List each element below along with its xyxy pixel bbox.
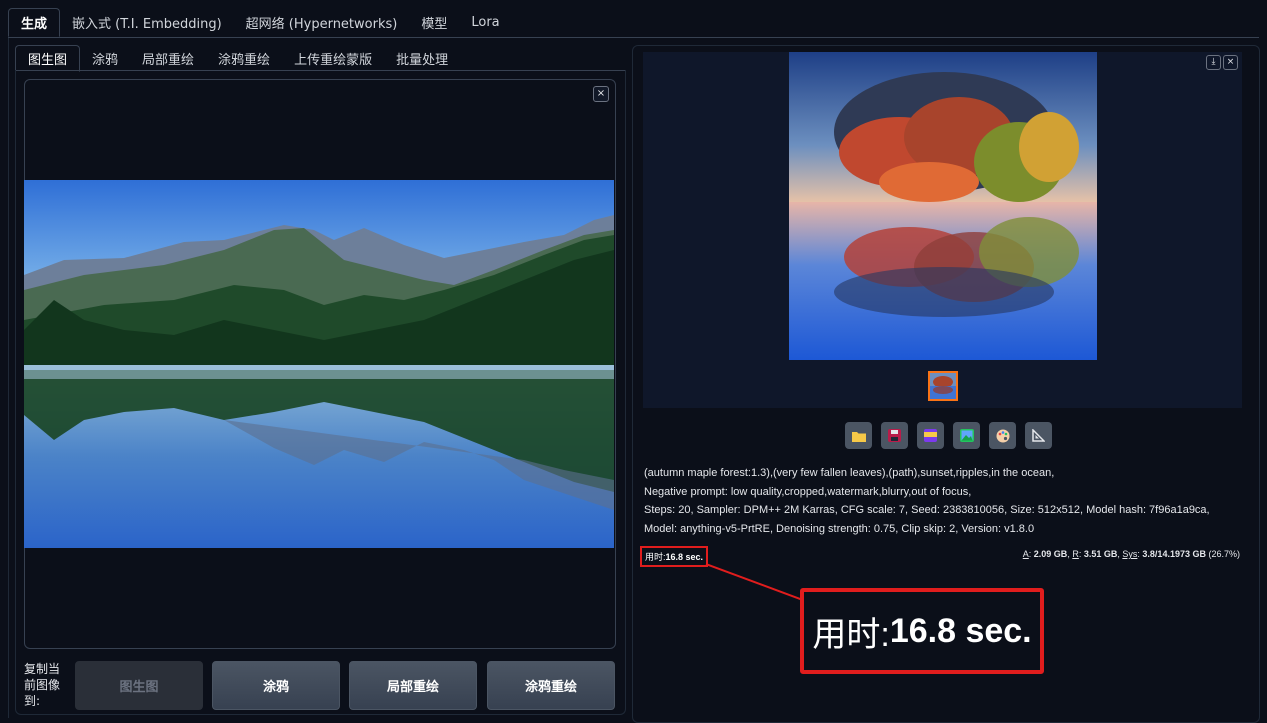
time-taken-highlight: 用时:16.8 sec. [640, 546, 709, 567]
save-button[interactable] [881, 422, 908, 449]
mem-percent: (26.7%) [1208, 549, 1240, 559]
download-icon[interactable]: ⤓ [1206, 55, 1221, 70]
zoom-time-label: 用时: [812, 615, 890, 654]
memory-usage: A: 2.09 GB, R: 3.51 GB, Sys: 3.8/14.1973… [1022, 549, 1240, 559]
tab-sketch[interactable]: 涂鸦 [80, 46, 130, 71]
folder-icon [851, 431, 866, 442]
tab-lora[interactable]: Lora [459, 11, 511, 34]
output-thumbnail[interactable] [928, 371, 958, 401]
copy-to-inpaint-sketch-button[interactable]: 涂鸦重绘 [487, 661, 615, 710]
tab-inpaint-sketch[interactable]: 涂鸦重绘 [206, 46, 282, 71]
tab-embedding[interactable]: 嵌入式 (T.I. Embedding) [60, 9, 234, 36]
tab-img2img[interactable]: 图生图 [15, 44, 81, 72]
tab-generate[interactable]: 生成 [8, 7, 61, 37]
tab-inpaint-upload[interactable]: 上传重绘蒙版 [282, 46, 384, 71]
tab-inpaint[interactable]: 局部重绘 [130, 46, 206, 71]
send-to-img2img-button[interactable] [953, 422, 980, 449]
thumbnail-image [930, 373, 956, 399]
close-icon[interactable]: × [593, 86, 609, 102]
palette-icon [996, 429, 1009, 442]
mem-a-label: A [1022, 549, 1029, 559]
zip-button[interactable] [917, 422, 944, 449]
top-tab-bar: 生成 嵌入式 (T.I. Embedding) 超网络 (Hypernetwor… [8, 7, 1259, 37]
time-taken-value: 16.8 sec. [665, 552, 704, 562]
ruler-icon [1032, 429, 1045, 442]
copy-to-inpaint-button[interactable]: 局部重绘 [349, 661, 477, 710]
parameters-text: Steps: 20, Sampler: DPM++ 2M Karras, CFG… [644, 504, 1210, 535]
copy-to-sketch-button[interactable]: 涂鸦 [212, 661, 340, 710]
mem-sys-label: Sys [1122, 549, 1138, 559]
performance-row: 用时:16.8 sec. A: 2.09 GB, R: 3.51 GB, Sys… [640, 546, 1244, 567]
save-icon [888, 429, 901, 442]
time-taken-label: 用时: [645, 552, 666, 562]
input-image [24, 180, 614, 548]
zoom-time-value: 16.8 sec. [889, 611, 1032, 650]
mem-r-value: 3.51 GB [1083, 549, 1118, 559]
mem-a-value: 2.09 GB [1033, 549, 1068, 559]
mem-r-label: R [1072, 549, 1079, 559]
close-icon[interactable]: × [1223, 55, 1238, 70]
copy-to-img2img-button[interactable]: 图生图 [75, 661, 203, 710]
tab-batch[interactable]: 批量处理 [384, 46, 460, 71]
open-folder-button[interactable] [845, 422, 872, 449]
output-toolbar [845, 422, 1052, 449]
negative-prompt-text: Negative prompt: low quality,cropped,wat… [644, 485, 972, 498]
tab-models[interactable]: 模型 [409, 9, 459, 36]
mem-sys-value: 3.8/14.1973 GB [1142, 549, 1206, 559]
tab-hypernetworks[interactable]: 超网络 (Hypernetworks) [234, 9, 410, 36]
prompt-text: (autumn maple forest:1.3),(very few fall… [644, 467, 1055, 479]
zip-icon [924, 429, 937, 442]
time-taken-zoom-callout: 用时: 16.8 sec. [800, 588, 1044, 674]
generation-info: (autumn maple forest:1.3),(very few fall… [644, 464, 1244, 538]
copy-to-label: 复制当前图像到: [24, 662, 61, 708]
send-to-extras-button[interactable] [1025, 422, 1052, 449]
img2img-tab-bar: 图生图 涂鸦 局部重绘 涂鸦重绘 上传重绘蒙版 批量处理 [15, 44, 460, 72]
image-icon [959, 429, 974, 442]
send-to-inpaint-button[interactable] [989, 422, 1016, 449]
output-image[interactable] [789, 52, 1097, 360]
